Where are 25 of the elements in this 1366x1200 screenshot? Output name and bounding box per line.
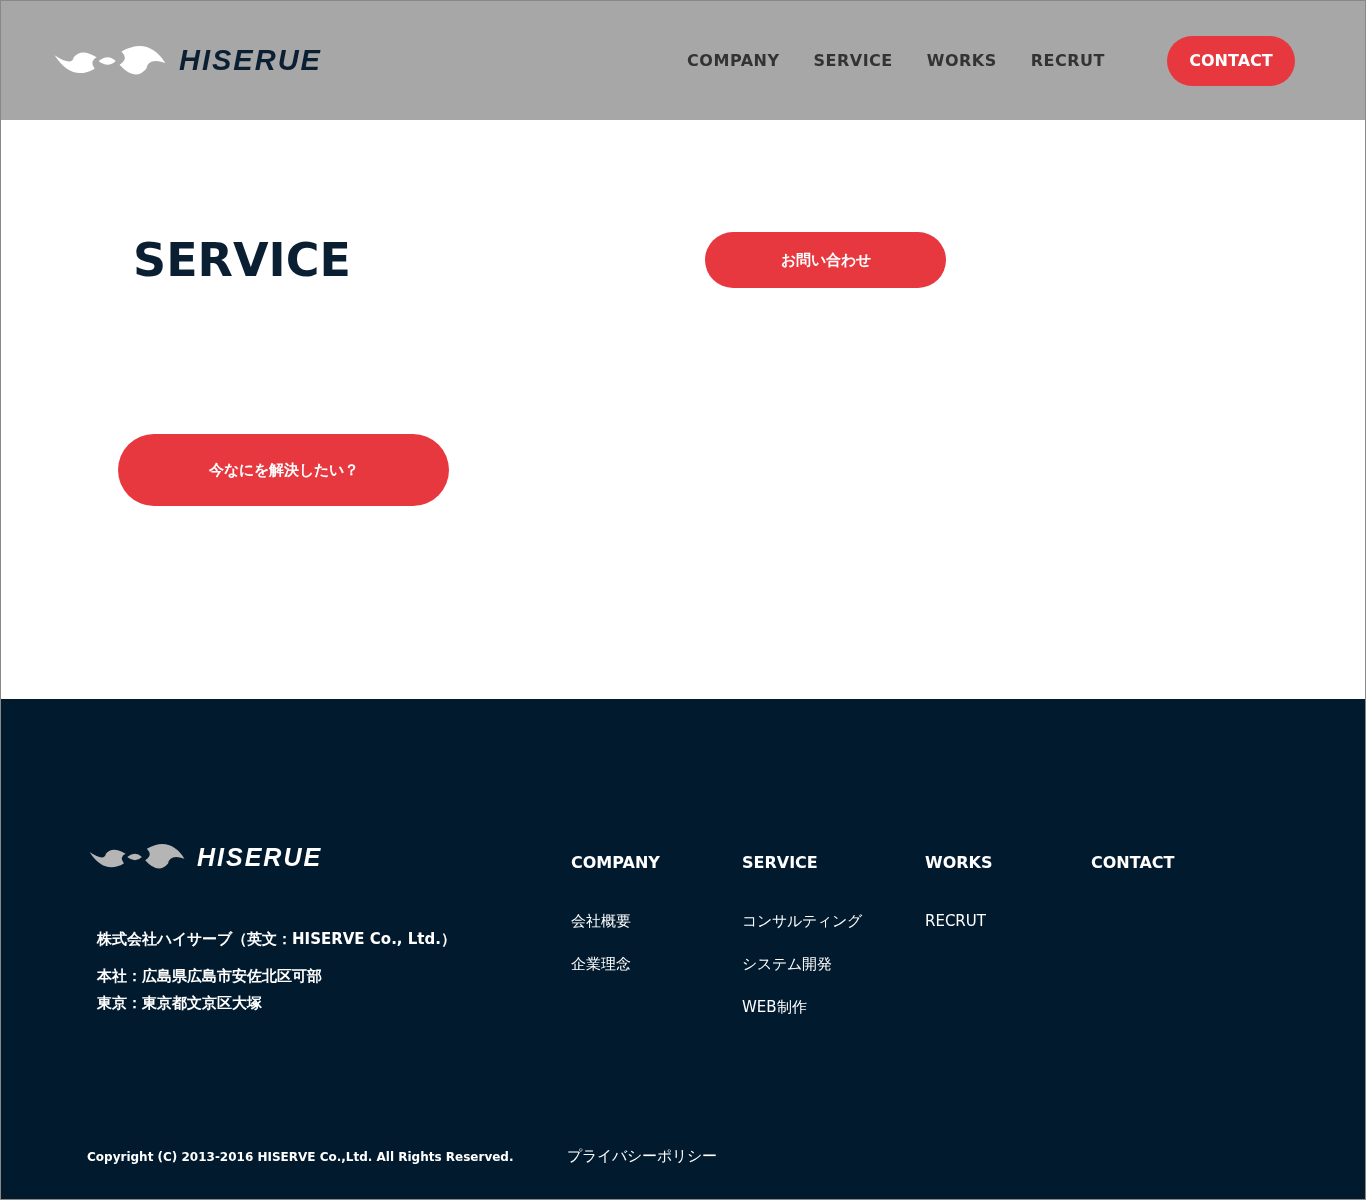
logo-wordmark: HISERUE (197, 842, 323, 872)
page-title: SERVICE (133, 233, 352, 287)
footer-link[interactable]: WEB制作 (742, 998, 925, 1017)
footer-heading-link[interactable]: SERVICE (742, 853, 925, 872)
question-button[interactable]: 今なにを解決したい？ (118, 434, 449, 506)
footer-link[interactable]: コンサルティング (742, 912, 925, 931)
nav-link[interactable]: SERVICE (813, 51, 893, 70)
copyright-text: Copyright (C) 2013-2016 HISERVE Co.,Ltd. All Rights Reserved. (87, 1149, 515, 1164)
footer-link[interactable]: 企業理念 (571, 955, 742, 974)
company-name: 株式会社ハイサーブ（英文：HISERVE Co., Ltd.） (97, 930, 457, 949)
nav-link[interactable]: COMPANY (687, 51, 780, 70)
address-text: 東京：東京都文京区大塚 (97, 994, 263, 1013)
footer-link[interactable]: RECRUT (925, 912, 1091, 930)
footer-heading-link[interactable]: CONTACT (1091, 853, 1262, 872)
logo-wordmark: HISERUE (179, 44, 322, 77)
footer-heading-link[interactable]: WORKS (925, 853, 1091, 872)
address-text: 本社：広島県広島市安佐北区可部 (97, 967, 323, 986)
footer-link[interactable]: システム開発 (742, 955, 925, 974)
footer-link[interactable]: 会社概要 (571, 912, 742, 931)
footer-heading-link[interactable]: COMPANY (571, 853, 742, 872)
inquiry-button[interactable]: お問い合わせ (705, 232, 946, 288)
nav-link[interactable]: RECRUT (1030, 51, 1105, 70)
privacy-policy-link[interactable]: プライバシーポリシー (567, 1147, 717, 1166)
nav-link[interactable]: WORKS (926, 51, 997, 70)
contact-button[interactable]: CONTACT (1167, 35, 1295, 86)
